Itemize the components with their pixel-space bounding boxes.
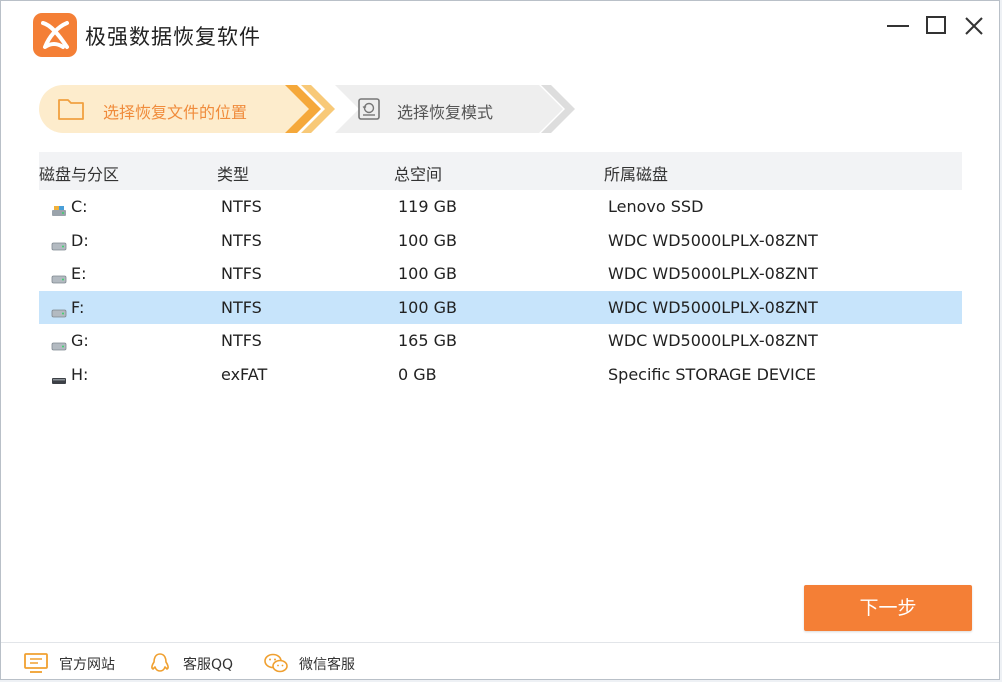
next-step-button[interactable]: 下一步: [804, 585, 972, 631]
partition-table: 磁盘与分区 类型 总空间 所属磁盘 C: NTFS 119 GB Lenovo …: [39, 152, 962, 392]
app-title: 极强数据恢复软件: [85, 25, 261, 49]
step-select-location[interactable]: 选择恢复文件的位置: [103, 99, 247, 123]
column-header-size[interactable]: 总空间: [394, 161, 442, 185]
qq-penguin-icon: [151, 653, 169, 672]
column-header-type[interactable]: 类型: [217, 161, 249, 185]
partition-name: F:: [71, 297, 85, 317]
table-row[interactable]: H: exFAT 0 GB Specific STORAGE DEVICE: [39, 358, 962, 392]
table-row[interactable]: G: NTFS 165 GB WDC WD5000LPLX-08ZNT: [39, 324, 962, 358]
partition-name: C:: [71, 197, 88, 216]
restore-mode-icon: [357, 97, 381, 121]
table-header: 磁盘与分区 类型 总空间 所属磁盘: [39, 152, 962, 190]
hard-drive-icon: [51, 336, 67, 351]
step-select-mode[interactable]: 选择恢复模式: [397, 99, 493, 123]
table-row[interactable]: C: NTFS 119 GB Lenovo SSD: [39, 190, 962, 224]
official-website-label: 官方网站: [59, 657, 115, 673]
table-row[interactable]: E: NTFS 100 GB WDC WD5000LPLX-08ZNT: [39, 257, 962, 291]
monitor-icon: [24, 653, 48, 673]
system-drive-icon: [51, 202, 67, 216]
partition-size: 100 GB: [398, 297, 457, 317]
column-header-disk[interactable]: 所属磁盘: [604, 161, 668, 185]
wizard-steps: 选择恢复文件的位置 选择恢复模式: [39, 85, 599, 133]
partition-name: D:: [71, 230, 89, 250]
partition-disk: WDC WD5000LPLX-08ZNT: [608, 230, 818, 250]
partition-type: exFAT: [221, 364, 268, 384]
partition-type: NTFS: [221, 197, 262, 216]
hard-drive-icon: [51, 269, 67, 284]
partition-type: NTFS: [221, 230, 262, 250]
partition-disk: WDC WD5000LPLX-08ZNT: [608, 297, 818, 317]
partition-size: 165 GB: [398, 331, 457, 351]
partition-name: E:: [71, 264, 87, 284]
wechat-service-label: 微信客服: [299, 657, 355, 673]
app-window: 极强数据恢复软件 选择恢复文件的位置 选择恢复模式 磁盘与分区 类型 总空间 所…: [0, 0, 1000, 680]
removable-drive-icon: [51, 370, 67, 384]
partition-type: NTFS: [221, 297, 262, 317]
hard-drive-icon: [51, 303, 67, 318]
footer-bar: 官方网站 客服QQ 微信客服: [1, 642, 999, 679]
customer-service-qq-label: 客服QQ: [183, 657, 234, 673]
close-button[interactable]: [959, 13, 989, 39]
hard-drive-icon: [51, 236, 67, 250]
app-logo-icon: [33, 13, 77, 57]
partition-disk: WDC WD5000LPLX-08ZNT: [608, 264, 818, 284]
table-row-selected[interactable]: F: NTFS 100 GB WDC WD5000LPLX-08ZNT: [39, 290, 962, 325]
column-header-partition[interactable]: 磁盘与分区: [39, 161, 119, 185]
folder-icon: [57, 97, 85, 121]
partition-size: 119 GB: [398, 197, 457, 216]
partition-name: G:: [71, 331, 89, 351]
partition-size: 100 GB: [398, 264, 457, 284]
table-row[interactable]: D: NTFS 100 GB WDC WD5000LPLX-08ZNT: [39, 224, 962, 258]
partition-size: 100 GB: [398, 230, 457, 250]
maximize-button[interactable]: [921, 13, 951, 39]
partition-name: H:: [71, 364, 89, 384]
partition-disk: Lenovo SSD: [608, 197, 704, 216]
partition-size: 0 GB: [398, 364, 437, 384]
partition-disk: Specific STORAGE DEVICE: [608, 364, 816, 384]
partition-type: NTFS: [221, 264, 262, 284]
partition-disk: WDC WD5000LPLX-08ZNT: [608, 331, 818, 351]
title-bar: 极强数据恢复软件: [1, 1, 999, 63]
minimize-button[interactable]: [883, 13, 913, 39]
partition-type: NTFS: [221, 331, 262, 351]
wechat-icon: [264, 653, 288, 673]
